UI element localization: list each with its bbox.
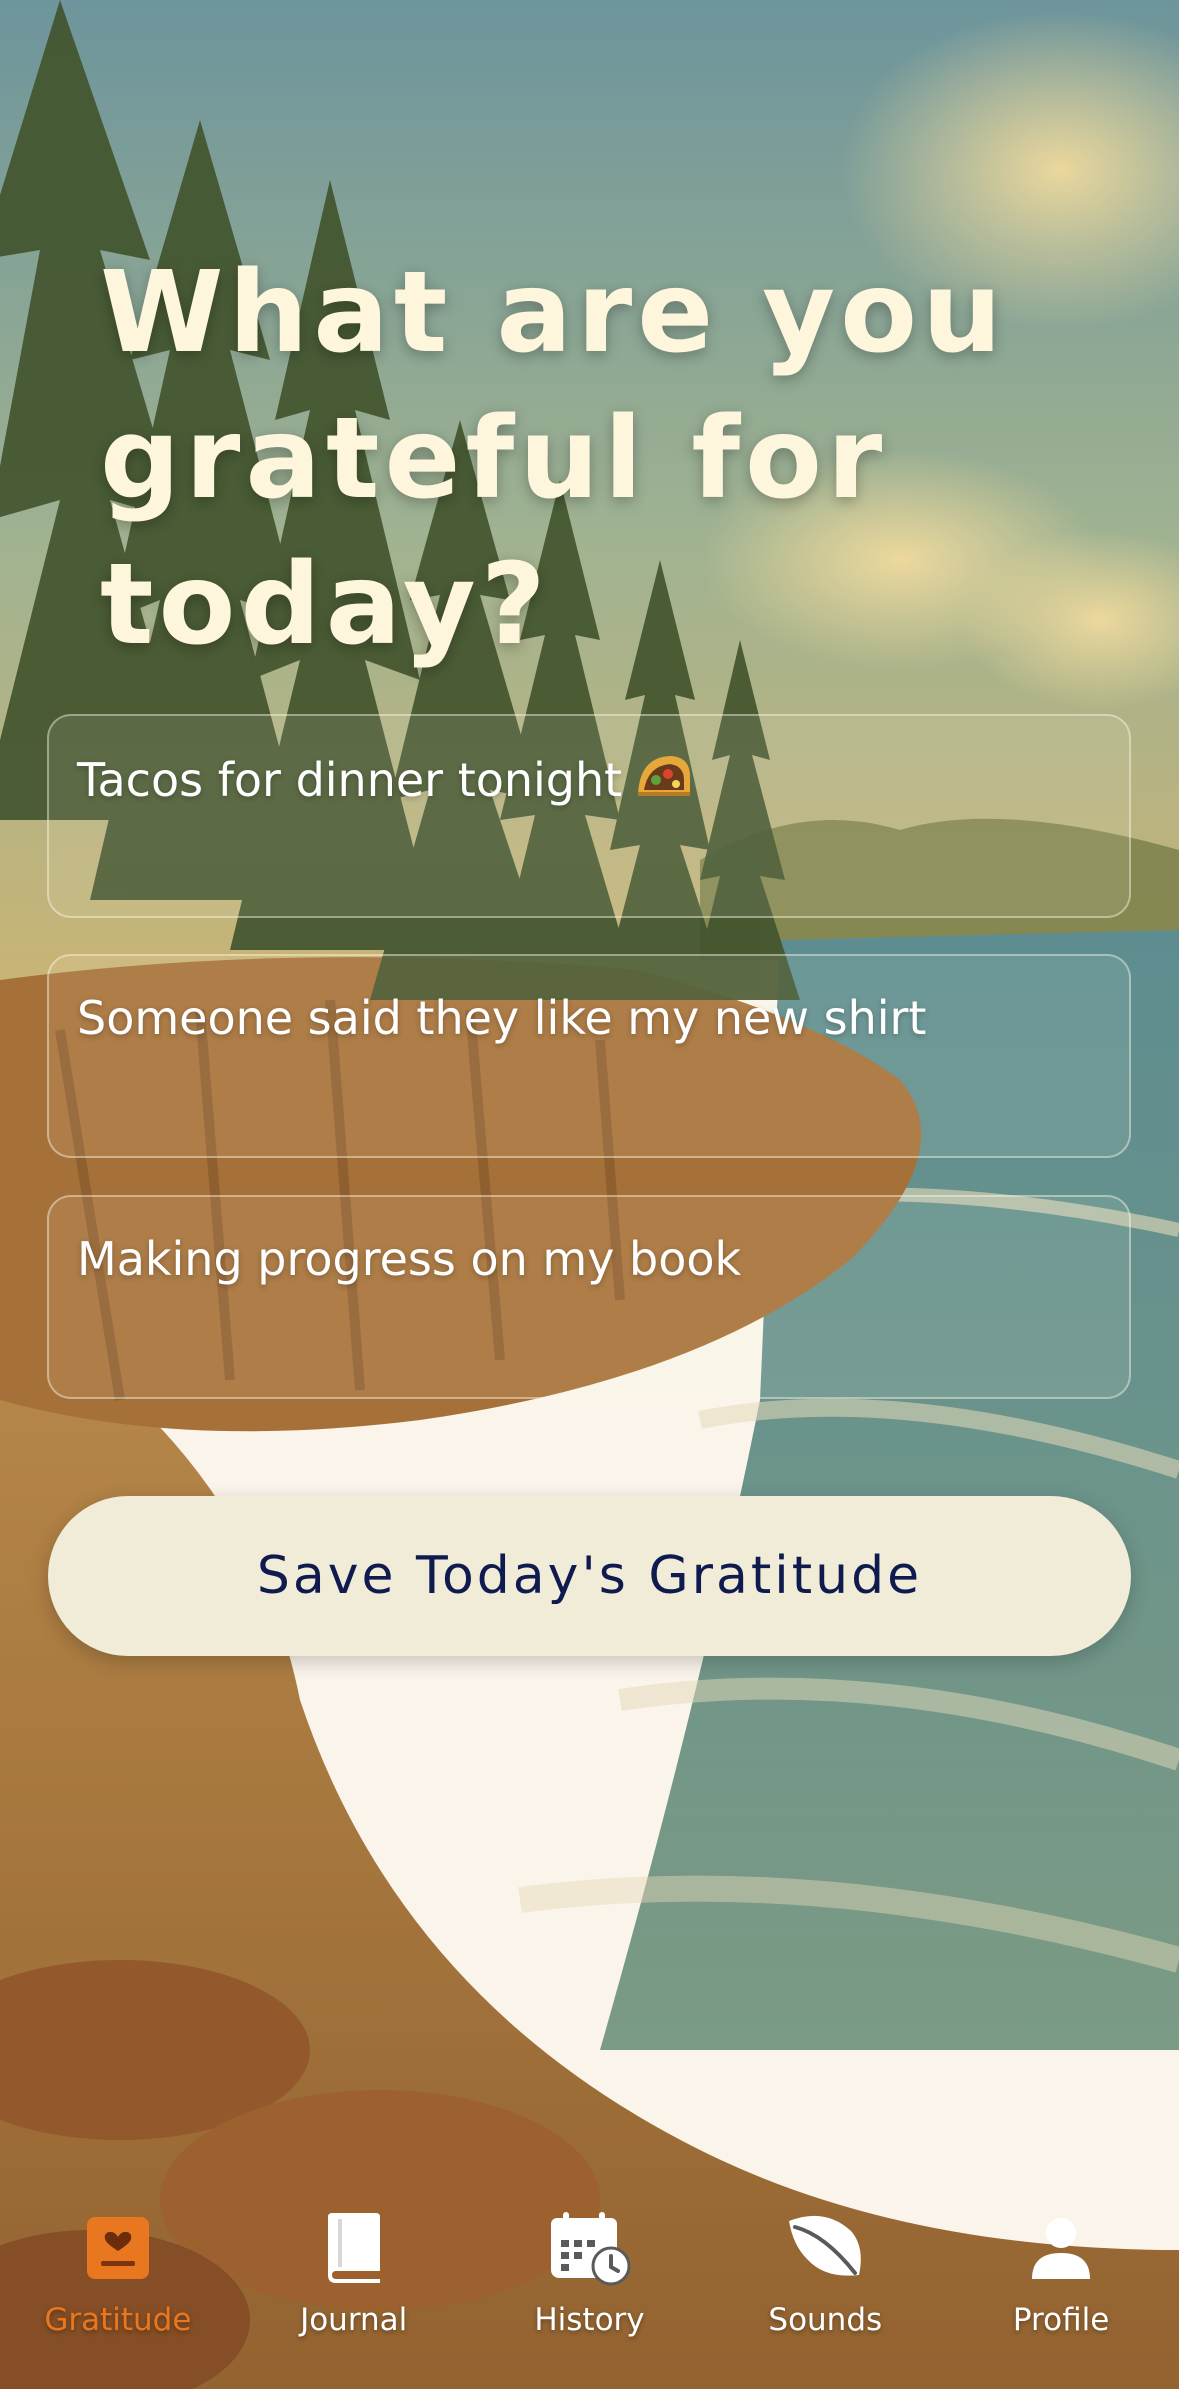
leaf-icon xyxy=(785,2208,865,2288)
tab-journal[interactable]: Journal xyxy=(236,2190,472,2389)
tab-history[interactable]: History xyxy=(472,2190,708,2389)
book-icon xyxy=(324,2208,384,2288)
gratitude-entry-3[interactable]: Making progress on my book xyxy=(47,1195,1131,1399)
save-gratitude-button[interactable]: Save Today's Gratitude xyxy=(48,1496,1131,1656)
entry-text: Making progress on my book xyxy=(77,1232,742,1286)
tab-label: Sounds xyxy=(768,2302,883,2338)
tab-label: Journal xyxy=(300,2302,408,2338)
save-button-label: Save Today's Gratitude xyxy=(256,1546,923,1606)
gratitude-entry-2[interactable]: Someone said they like my new shirt xyxy=(47,954,1131,1158)
tab-gratitude[interactable]: Gratitude xyxy=(0,2190,236,2389)
tab-profile[interactable]: Profile xyxy=(943,2190,1179,2389)
heart-card-icon xyxy=(85,2208,151,2288)
gratitude-entry-1[interactable]: Tacos for dinner tonight xyxy=(47,714,1131,918)
tab-label: Profile xyxy=(1012,2302,1110,2338)
page-title: What are you grateful for today? xyxy=(100,248,1007,670)
bottom-tab-bar: Gratitude Journal History Sounds Profile xyxy=(0,2190,1179,2389)
tab-label: History xyxy=(534,2302,645,2338)
tab-sounds[interactable]: Sounds xyxy=(707,2190,943,2389)
entry-text: Tacos for dinner tonight xyxy=(77,750,1101,814)
entry-text: Someone said they like my new shirt xyxy=(77,991,927,1045)
calendar-clock-icon xyxy=(547,2208,631,2288)
tab-label: Gratitude xyxy=(44,2302,192,2338)
person-icon xyxy=(1030,2208,1092,2288)
taco-icon xyxy=(632,750,694,814)
